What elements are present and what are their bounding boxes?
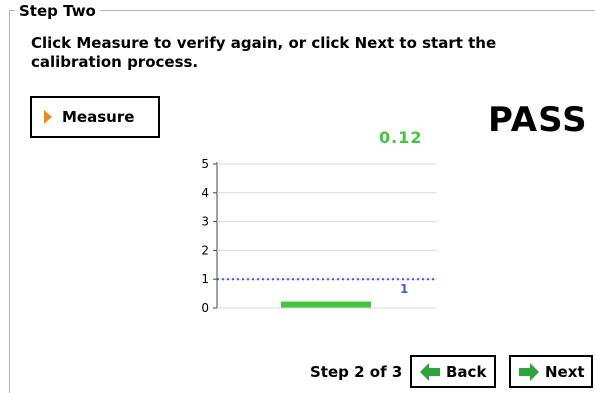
chart-marks: 1 <box>217 278 437 308</box>
measurement-bar <box>281 301 371 308</box>
calibration-page: Step Two Click Measure to verify again, … <box>0 0 595 393</box>
result-status: PASS <box>488 100 588 140</box>
next-button-label: Next <box>545 362 585 381</box>
threshold-label: 1 <box>400 282 408 296</box>
chart-y-ticks: 0 1 2 3 4 5 <box>201 157 209 315</box>
y-tick-label: 4 <box>201 186 209 200</box>
back-button-label: Back <box>446 362 487 381</box>
back-button[interactable]: Back <box>410 355 496 388</box>
reading-value: 0.12 <box>379 128 423 147</box>
y-tick-label: 5 <box>201 157 209 171</box>
y-tick-label: 3 <box>201 215 209 229</box>
instructions-text: Click Measure to verify again, or click … <box>31 34 497 71</box>
y-tick-label: 0 <box>201 301 209 315</box>
measure-button[interactable]: Measure <box>30 96 160 138</box>
group-frame-left <box>9 10 10 393</box>
measure-button-label: Measure <box>62 108 135 126</box>
group-title: Step Two <box>15 2 100 20</box>
arrow-left-icon <box>420 362 440 381</box>
play-icon <box>44 110 52 124</box>
y-tick-label: 2 <box>201 243 209 257</box>
step-indicator: Step 2 of 3 <box>310 363 403 381</box>
next-button[interactable]: Next <box>509 355 593 388</box>
y-tick-label: 1 <box>201 272 209 286</box>
measurement-chart: 0 1 2 3 4 5 1 <box>201 157 437 315</box>
arrow-right-icon <box>519 362 539 381</box>
